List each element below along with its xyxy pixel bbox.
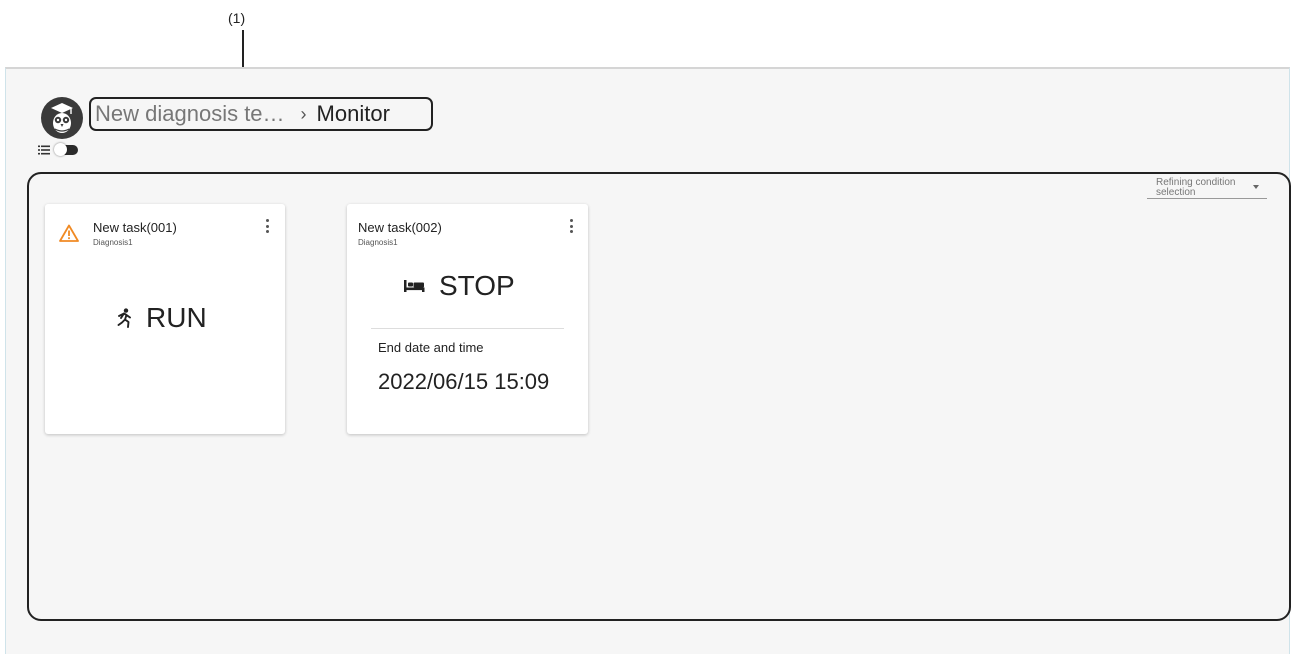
refining-condition-label: Refining condition selection (1156, 177, 1236, 198)
task-status: RUN (116, 302, 207, 334)
task-title: New task(001) (93, 220, 177, 235)
status-label: STOP (439, 270, 515, 301)
callout-label: (1) (228, 10, 246, 26)
view-toggle[interactable] (38, 143, 78, 156)
breadcrumb: New diagnosis te… › Monitor (89, 97, 433, 131)
breadcrumb-separator: › (300, 103, 307, 124)
task-status: STOP (403, 270, 515, 302)
running-person-icon (117, 308, 131, 328)
task-subtitle: Diagnosis1 (93, 238, 133, 247)
bed-icon (404, 280, 425, 292)
owl-graduate-icon[interactable] (41, 97, 83, 139)
status-label: RUN (146, 302, 207, 333)
switch-knob (54, 143, 67, 156)
end-date-value: 2022/06/15 15:09 (378, 369, 550, 394)
task-card[interactable]: New task(001) Diagnosis1 RUN (45, 204, 285, 434)
end-date-label: End date and time (378, 340, 484, 355)
refining-condition-select[interactable]: Refining condition selection (1147, 178, 1267, 199)
warning-icon (59, 224, 79, 242)
breadcrumb-item-current: Monitor (316, 101, 390, 126)
task-subtitle: Diagnosis1 (358, 238, 398, 247)
list-icon (38, 145, 50, 155)
more-vert-icon[interactable] (569, 219, 573, 233)
more-vert-icon[interactable] (265, 219, 269, 233)
breadcrumb-item-project[interactable]: New diagnosis te… (95, 101, 285, 127)
task-card[interactable]: New task(002) Diagnosis1 STOP End date a… (347, 204, 588, 434)
task-title: New task(002) (358, 220, 442, 235)
card-divider (371, 328, 564, 329)
view-switch[interactable] (54, 143, 78, 156)
chevron-down-icon (1253, 185, 1259, 189)
